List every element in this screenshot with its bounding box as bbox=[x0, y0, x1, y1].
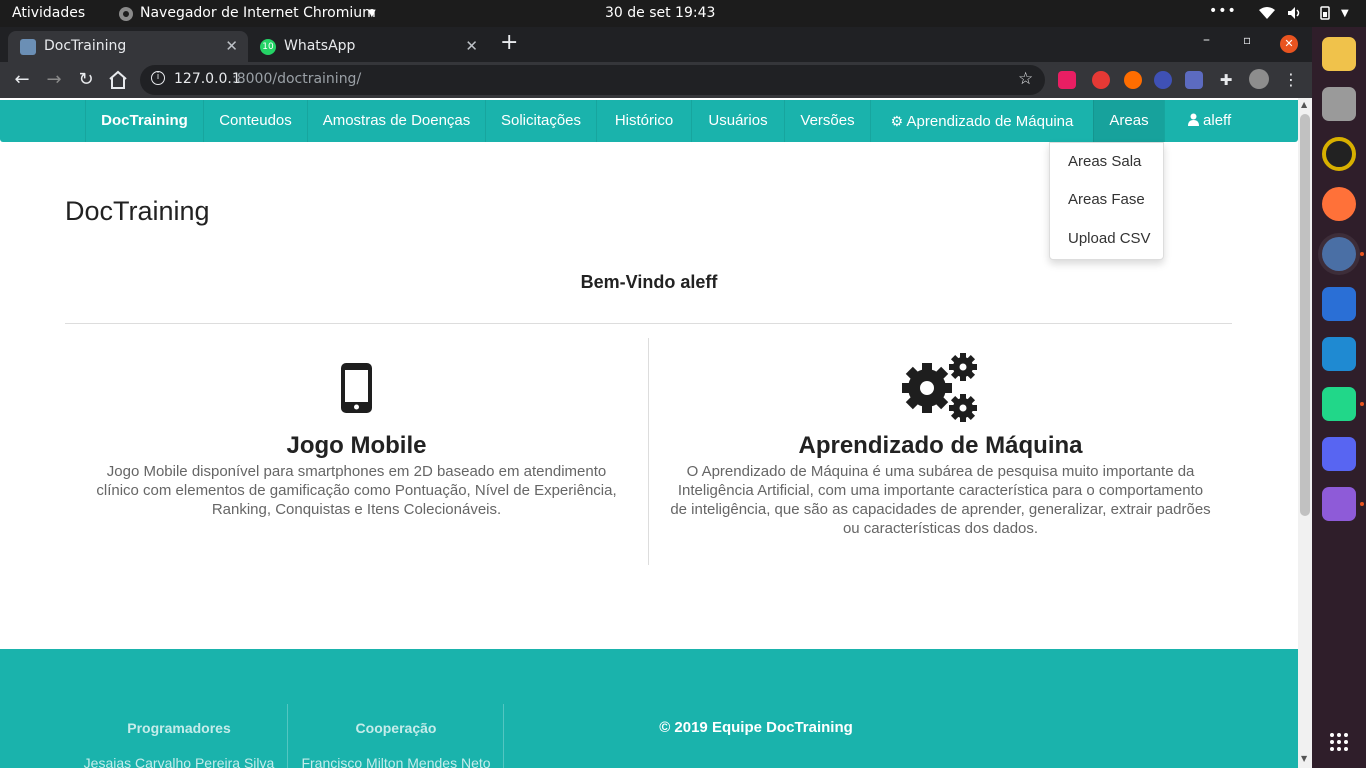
pycharm-app-icon[interactable] bbox=[1322, 387, 1356, 421]
firefox-app-icon[interactable] bbox=[1322, 187, 1356, 221]
nav-item-versoes[interactable]: Versões bbox=[784, 100, 870, 142]
nav-item-areas[interactable]: Areas bbox=[1093, 100, 1164, 142]
tab-whatsapp[interactable]: 10 WhatsApp ✕ bbox=[248, 31, 488, 62]
footer-cooperation-heading: Cooperação bbox=[355, 720, 437, 736]
nav-item-label: Aprendizado de Máquina bbox=[906, 113, 1074, 130]
footer-programmers-heading: Programadores bbox=[127, 720, 231, 736]
address-bar[interactable]: i 127.0.0.1 :8000/doctraining/ ☆ bbox=[140, 65, 1045, 95]
writer-app-icon[interactable] bbox=[1322, 287, 1356, 321]
tab-title: DocTraining bbox=[44, 38, 127, 54]
nav-user-menu[interactable]: aleff bbox=[1164, 100, 1254, 142]
url-path: :8000/doctraining/ bbox=[232, 71, 362, 87]
scroll-up-icon[interactable]: ▲ bbox=[1301, 100, 1307, 109]
extension-download-icon[interactable] bbox=[1154, 71, 1172, 89]
volume-icon[interactable] bbox=[1287, 6, 1303, 20]
mobile-phone-icon bbox=[341, 363, 372, 413]
system-menu-chevron-icon[interactable]: ▼ bbox=[1341, 8, 1349, 19]
footer-copyright: © 2019 Equipe DocTraining bbox=[659, 719, 853, 736]
show-applications-icon[interactable] bbox=[1329, 732, 1349, 752]
extension-fire-icon[interactable] bbox=[1124, 71, 1142, 89]
extension-upwork-icon[interactable] bbox=[1058, 71, 1076, 89]
site-navbar: DocTraining Conteudos Amostras de Doença… bbox=[0, 100, 1298, 142]
page-title: DocTraining bbox=[65, 196, 210, 226]
more-indicator-icon[interactable]: ••• bbox=[1209, 3, 1237, 19]
feature-title-mobile: Jogo Mobile bbox=[286, 432, 427, 459]
vscode-app-icon[interactable] bbox=[1322, 337, 1356, 371]
whatsapp-badge: 10 bbox=[260, 39, 276, 55]
close-tab-icon[interactable]: ✕ bbox=[225, 37, 238, 55]
wifi-icon[interactable] bbox=[1259, 6, 1275, 20]
system-top-bar: Atividades Navegador de Internet Chromiu… bbox=[0, 0, 1366, 27]
nav-item-solicitacoes[interactable]: Solicitações bbox=[485, 100, 596, 142]
kdenlive-app-icon[interactable] bbox=[1322, 487, 1356, 521]
nav-user-label: aleff bbox=[1203, 112, 1232, 129]
nav-item-usuarios[interactable]: Usuários bbox=[691, 100, 784, 142]
footer-cooperation-name: Francisco Milton Mendes Neto bbox=[301, 755, 491, 768]
running-indicator bbox=[1360, 252, 1364, 256]
nav-item-aprendizado[interactable]: ⚙ Aprendizado de Máquina bbox=[870, 100, 1093, 142]
chromium-app-icon[interactable] bbox=[1322, 237, 1356, 271]
mail-app-icon[interactable] bbox=[1322, 37, 1356, 71]
cogs-icon: ⚙ bbox=[890, 113, 904, 129]
browser-toolbar: ← → ↻ i 127.0.0.1 :8000/doctraining/ ☆ ✚… bbox=[0, 62, 1312, 98]
areas-dropdown-menu: Areas Sala Areas Fase Upload CSV bbox=[1049, 142, 1164, 260]
clock[interactable]: 30 de set 19:43 bbox=[605, 5, 715, 21]
profile-avatar[interactable] bbox=[1249, 69, 1269, 89]
close-window-icon[interactable]: ✕ bbox=[1280, 35, 1298, 53]
bookmark-star-icon[interactable]: ☆ bbox=[1018, 69, 1033, 89]
feature-title-ml: Aprendizado de Máquina bbox=[798, 432, 1083, 459]
nav-item-conteudos[interactable]: Conteudos bbox=[203, 100, 307, 142]
dropdown-item-areas-fase[interactable]: Areas Fase bbox=[1068, 191, 1145, 208]
user-icon bbox=[1187, 113, 1199, 126]
dropdown-item-areas-sala[interactable]: Areas Sala bbox=[1068, 153, 1141, 170]
tab-title: WhatsApp bbox=[284, 38, 356, 54]
chromium-icon bbox=[119, 7, 133, 21]
web-page: DocTraining Conteudos Amostras de Doença… bbox=[0, 98, 1298, 768]
running-indicator bbox=[1360, 502, 1364, 506]
home-icon[interactable] bbox=[106, 68, 130, 92]
gears-icon bbox=[902, 353, 977, 422]
page-scrollbar[interactable]: ▲ ▼ bbox=[1298, 98, 1312, 768]
tab-doctraining[interactable]: DocTraining ✕ bbox=[8, 31, 248, 62]
extension-adblock-icon[interactable] bbox=[1092, 71, 1110, 89]
welcome-message: Bem-Vindo aleff bbox=[580, 272, 718, 292]
site-footer: Programadores Jesaias Carvalho Pereira S… bbox=[0, 649, 1298, 768]
close-tab-icon[interactable]: ✕ bbox=[465, 37, 478, 55]
scroll-down-icon[interactable]: ▼ bbox=[1301, 754, 1307, 763]
site-info-icon[interactable]: i bbox=[151, 71, 165, 85]
nav-brand[interactable]: DocTraining bbox=[85, 100, 203, 142]
footer-programmer-name: Jesaias Carvalho Pereira Silva bbox=[83, 755, 275, 768]
extensions-puzzle-icon[interactable]: ✚ bbox=[1214, 68, 1238, 92]
forward-icon[interactable]: → bbox=[42, 68, 66, 92]
battery-icon[interactable] bbox=[1317, 6, 1333, 20]
ubuntu-dock bbox=[1312, 27, 1366, 768]
running-indicator bbox=[1360, 402, 1364, 406]
browser-menu-icon[interactable]: ⋮ bbox=[1279, 68, 1303, 92]
app-menu-chevron-icon[interactable]: ▼ bbox=[368, 8, 376, 19]
back-icon[interactable]: ← bbox=[10, 68, 34, 92]
files-app-icon[interactable] bbox=[1322, 87, 1356, 121]
doctraining-favicon-icon bbox=[20, 39, 36, 55]
scrollbar-thumb[interactable] bbox=[1300, 114, 1310, 516]
dropdown-item-upload-csv[interactable]: Upload CSV bbox=[1068, 230, 1151, 247]
extension-grid-icon[interactable] bbox=[1185, 71, 1203, 89]
reload-icon[interactable]: ↻ bbox=[74, 68, 98, 92]
browser-tab-strip: DocTraining ✕ 10 WhatsApp ✕ + – ▫ ✕ bbox=[0, 27, 1312, 62]
feature-text-ml: O Aprendizado de Máquina é uma subárea d… bbox=[670, 463, 1211, 537]
app-menu[interactable]: Navegador de Internet Chromium bbox=[140, 5, 376, 21]
rhythmbox-app-icon[interactable] bbox=[1322, 137, 1356, 171]
nav-item-amostras[interactable]: Amostras de Doenças bbox=[307, 100, 485, 142]
minimize-window-icon[interactable]: – bbox=[1203, 32, 1210, 48]
divider bbox=[65, 323, 1232, 324]
activities-button[interactable]: Atividades bbox=[12, 5, 85, 21]
feature-text-mobile: Jogo Mobile disponível para smartphones … bbox=[96, 463, 617, 518]
url-host: 127.0.0.1 bbox=[174, 71, 241, 87]
nav-item-historico[interactable]: Histórico bbox=[596, 100, 691, 142]
new-tab-icon[interactable]: + bbox=[500, 30, 518, 55]
maximize-window-icon[interactable]: ▫ bbox=[1243, 33, 1251, 47]
footer-divider bbox=[503, 704, 504, 768]
discord-app-icon[interactable] bbox=[1322, 437, 1356, 471]
